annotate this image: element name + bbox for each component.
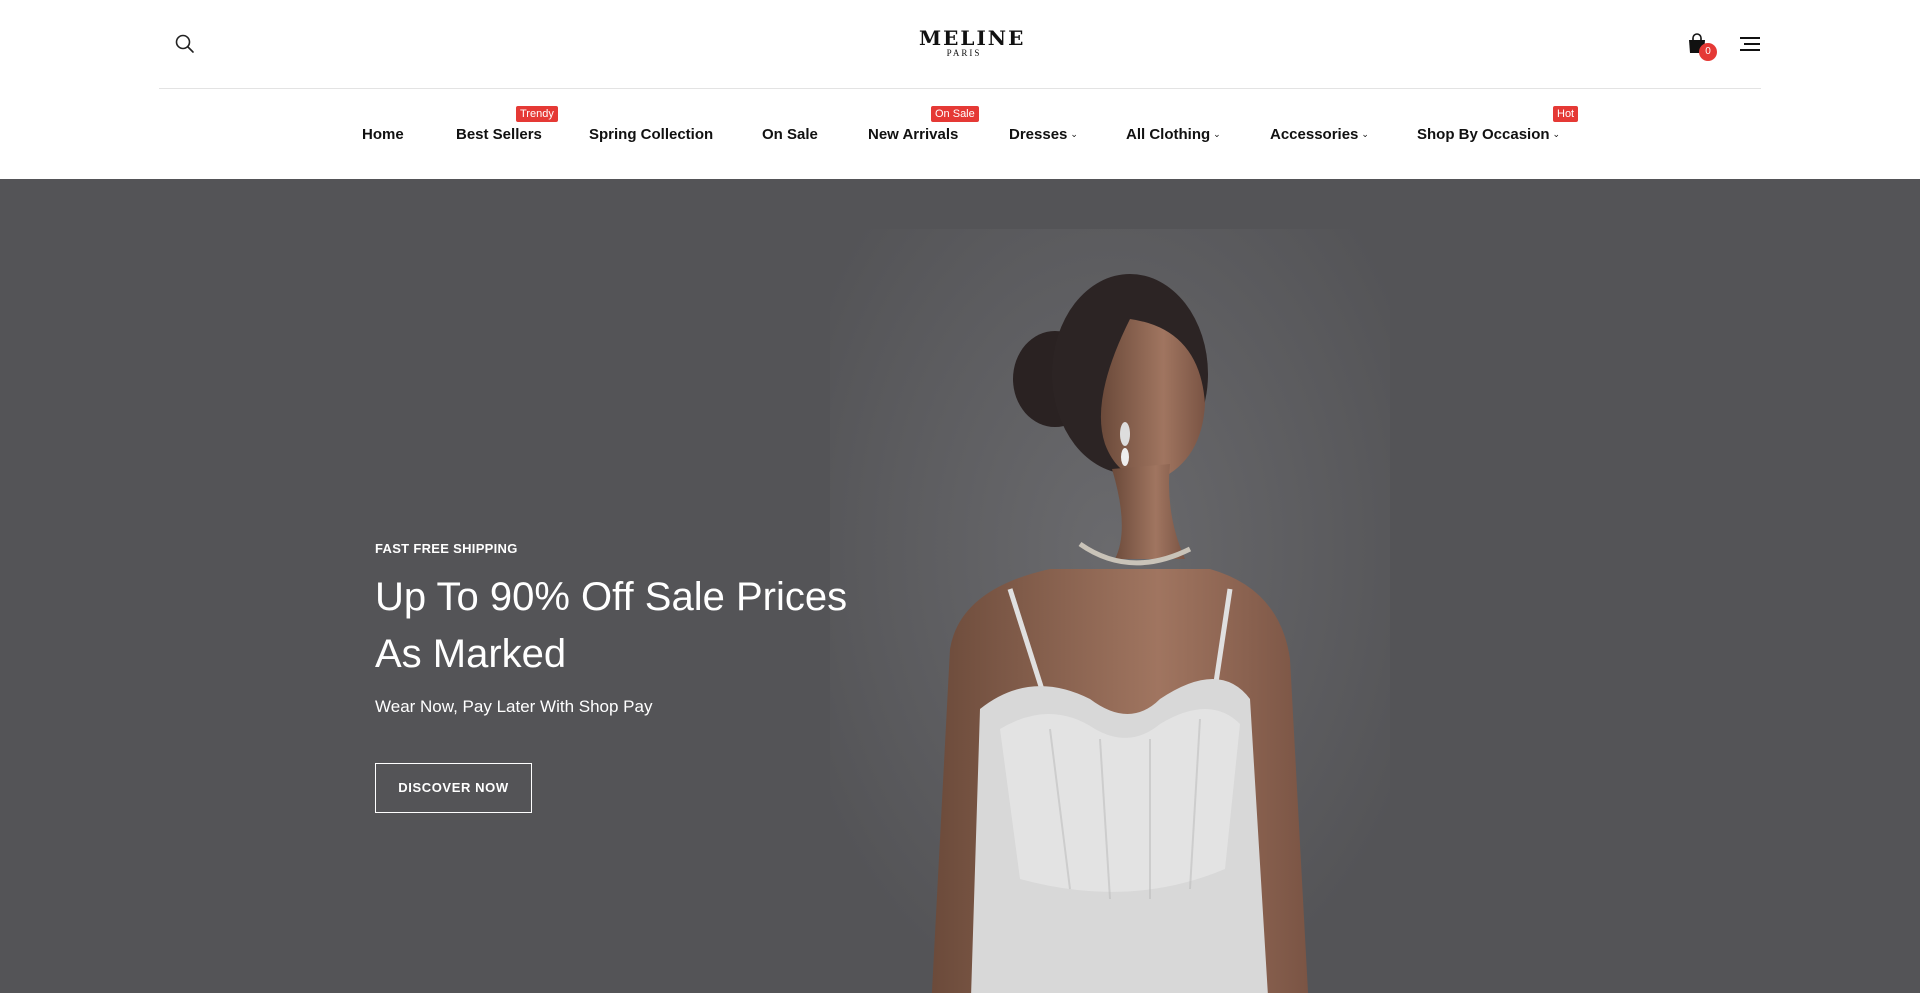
hero-model-image	[830, 229, 1390, 993]
nav-on-sale[interactable]: On Sale	[762, 126, 818, 144]
nav-label: New Arrivals	[868, 126, 959, 143]
trendy-badge: Trendy	[516, 106, 558, 122]
menu-button[interactable]	[1739, 36, 1761, 54]
cart-count-badge: 0	[1699, 43, 1717, 61]
logo-wordmark: MELINE	[919, 26, 1026, 50]
nav-new-arrivals[interactable]: New Arrivals	[868, 126, 958, 144]
hero-kicker: FAST FREE SHIPPING	[375, 541, 518, 556]
chevron-down-icon: ⌄	[1552, 129, 1561, 139]
chevron-down-icon: ⌄	[1070, 129, 1078, 139]
nav-dresses[interactable]: Dresses ⌄	[1009, 126, 1078, 145]
hamburger-menu-icon	[1740, 37, 1760, 51]
nav-label: Home	[362, 126, 404, 143]
nav-shop-by-occasion[interactable]: Shop By Occasion ⌄	[1417, 126, 1560, 145]
nav-accessories[interactable]: Accessories ⌄	[1270, 126, 1369, 145]
hero-title: Up To 90% Off Sale Prices As Marked	[375, 575, 848, 676]
on-sale-badge: On Sale	[931, 106, 979, 122]
hot-badge: Hot	[1553, 106, 1579, 122]
search-button[interactable]	[174, 33, 196, 55]
nav-best-sellers[interactable]: Best Sellers	[456, 126, 542, 144]
discover-now-button[interactable]: DISCOVER NOW	[375, 763, 532, 813]
nav-spring-collection[interactable]: Spring Collection	[589, 126, 713, 144]
hero-banner: FAST FREE SHIPPING Up To 90% Off Sale Pr…	[0, 179, 1920, 993]
nav-label: Dresses	[1009, 126, 1068, 143]
chevron-down-icon: ⌄	[1213, 129, 1221, 139]
site-logo[interactable]: MELINE PARIS	[919, 26, 1026, 58]
nav-label: Best Sellers	[456, 126, 542, 143]
main-navigation: Home Best Sellers Trendy Spring Collecti…	[0, 90, 1920, 179]
nav-label: Accessories	[1270, 126, 1359, 143]
hero-subtitle: Wear Now, Pay Later With Shop Pay	[375, 697, 653, 716]
nav-label: All Clothing	[1126, 126, 1211, 143]
nav-all-clothing[interactable]: All Clothing ⌄	[1126, 126, 1221, 145]
nav-label: Shop By Occasion	[1417, 126, 1550, 143]
nav-label: On Sale	[762, 126, 818, 143]
site-header: MELINE PARIS 0 Home Best Sellers Trendy	[0, 0, 1920, 179]
header-top-bar: MELINE PARIS 0	[159, 0, 1761, 89]
search-icon	[175, 34, 194, 53]
chevron-down-icon: ⌄	[1361, 129, 1369, 139]
nav-label: Spring Collection	[589, 126, 714, 143]
nav-home[interactable]: Home	[362, 126, 404, 144]
